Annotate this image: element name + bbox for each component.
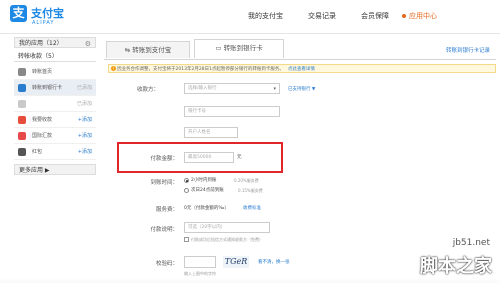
alipay-logo[interactable]: 支 支付宝 ALIPAY (10, 4, 100, 30)
sidebar-item-blank[interactable]: 已添加 (14, 96, 96, 112)
sidebar-my-apps[interactable]: 我的应用（12） ⚙ (14, 37, 96, 48)
site-watermark: jb51.net 脚本之家 (394, 238, 494, 280)
arrival-nextday-fee: 0.15%服务费 (238, 188, 263, 193)
arrival-2h-radio[interactable] (184, 178, 189, 183)
sidebar-item-intl-remit[interactable]: 国际汇款 +添加 (14, 128, 96, 144)
arrival-nextday-text: 次日24点前到账 (191, 188, 224, 193)
arrival-2h-fee: 0.20%服务费 (234, 178, 259, 183)
service-fee-value: 0元（付款金额的‰） (184, 206, 229, 211)
top-bar: 支 支付宝 ALIPAY 我的支付宝 交易记录 会员保障 应用中心 (0, 0, 500, 34)
card-number-input[interactable]: 银行卡号 (184, 106, 280, 117)
captcha-image[interactable]: TGeR (223, 256, 249, 268)
fee-standard-link[interactable]: 收费标准 (243, 205, 261, 211)
bank-select[interactable]: 选择/输入银行 ▾ (184, 83, 280, 94)
notice-banner: ! 因业务合作调整，支付宝将于2013年2月28日1点起暂停部分银行的转账到卡服… (108, 64, 496, 73)
card-icon (18, 84, 26, 92)
memo-label: 付款说明： (150, 227, 178, 233)
chevron-down-icon: ▾ (273, 86, 276, 92)
added-badge: 已添加 (76, 85, 92, 91)
supported-banks-link[interactable]: 已支持银行 ▼ (288, 86, 315, 92)
sidebar-item-label: 我要收款 (32, 117, 53, 123)
account-name-input[interactable]: 开户人姓名 (184, 127, 238, 138)
sms-notify-text: 付款成功后短信方式通知收款方（免费） (191, 237, 263, 242)
payee-label: 收款方： (136, 87, 159, 93)
watermark-domain: jb51.net (452, 238, 490, 248)
alipay-logo-icon: 支 (10, 5, 27, 22)
gear-icon[interactable]: ⚙ (85, 39, 91, 50)
sidebar-item-collect[interactable]: 我要收款 +添加 (14, 112, 96, 128)
sidebar-transfer-group[interactable]: 转帐收款（5） (14, 51, 96, 62)
add-app-link[interactable]: +添加 (78, 144, 92, 160)
service-fee-label: 服务费： (155, 207, 178, 213)
nav-my-alipay[interactable]: 我的支付宝 (248, 11, 283, 23)
sidebar-item-label: 转账到银行卡 (32, 85, 63, 91)
home-icon (18, 68, 26, 76)
red-packet-icon (18, 148, 26, 156)
notice-details-link[interactable]: 点此查看详情 (288, 67, 315, 72)
add-app-link[interactable]: +添加 (78, 112, 92, 128)
nav-member-protection[interactable]: 会员保障 (361, 11, 389, 23)
sidebar: 我的应用（12） ⚙ 转帐收款（5） 转账首页 转账到银行卡 已添加 已添加 我… (14, 37, 96, 281)
memo-input[interactable]: 可选（20字以内） (184, 222, 270, 233)
sidebar-item-label: 转账首页 (32, 69, 53, 75)
sidebar-item-transfer-home[interactable]: 转账首页 (14, 64, 96, 80)
captcha-input[interactable] (184, 256, 216, 268)
sidebar-more-apps[interactable]: 更多应用 ▶ (14, 164, 96, 175)
nav-transactions[interactable]: 交易记录 (308, 11, 336, 23)
app-icon (18, 100, 26, 108)
captcha-refresh-link[interactable]: 看不清，换一张 (258, 259, 290, 265)
sidebar-item-label: 红包 (32, 149, 43, 155)
bank-select-value: 选择/输入银行 (188, 86, 217, 91)
nav-app-center[interactable]: 应用中心 (402, 11, 437, 23)
sms-notify-checkbox[interactable] (184, 237, 189, 242)
bullet-icon (402, 14, 406, 18)
amount-label: 付款金额： (150, 156, 178, 162)
sidebar-item-red-packet[interactable]: 红包 +添加 (14, 144, 96, 160)
collect-icon (18, 116, 26, 124)
arrival-2h-text: 2小时内到账 (191, 178, 217, 183)
sidebar-my-apps-label: 我的应用（12） (19, 40, 63, 47)
nav-app-center-label: 应用中心 (409, 12, 437, 20)
tab-transfer-to-card[interactable]: ▭ 转账到银行卡 (194, 39, 284, 58)
transfer-tabs: ⇆ 转账到支付宝 ▭ 转账到银行卡 转账到银行卡记录 (104, 39, 496, 60)
card-icon: ▭ (215, 44, 224, 52)
watermark-site-name: 脚本之家 (420, 256, 492, 277)
added-badge: 已添加 (76, 101, 92, 107)
brand-subtitle: ALIPAY (32, 20, 55, 26)
arrival-nextday-radio[interactable] (184, 188, 189, 193)
arrival-time-label: 到账时间： (150, 180, 178, 186)
add-app-link[interactable]: +添加 (78, 128, 92, 144)
bottom-fade (0, 277, 500, 283)
globe-icon (18, 132, 26, 140)
tab-transfer-to-alipay[interactable]: ⇆ 转账到支付宝 (106, 41, 190, 58)
sidebar-item-label: 国际汇款 (32, 133, 53, 139)
warning-icon: ! (111, 66, 116, 71)
tab-label: 转账到支付宝 (132, 46, 172, 54)
card-transfer-records-link[interactable]: 转账到银行卡记录 (446, 46, 490, 54)
sidebar-item-transfer-to-card[interactable]: 转账到银行卡 已添加 (14, 80, 96, 96)
captcha-label: 校验码： (155, 261, 178, 267)
tab-label: 转账到银行卡 (223, 44, 263, 52)
brand-name: 支付宝 (31, 7, 64, 20)
notice-text: 因业务合作调整，支付宝将于2013年2月28日1点起暂停部分银行的转账到卡服务。 (117, 67, 284, 72)
amount-unit: 元 (237, 155, 242, 160)
amount-input[interactable]: 最高50000 (184, 152, 234, 163)
